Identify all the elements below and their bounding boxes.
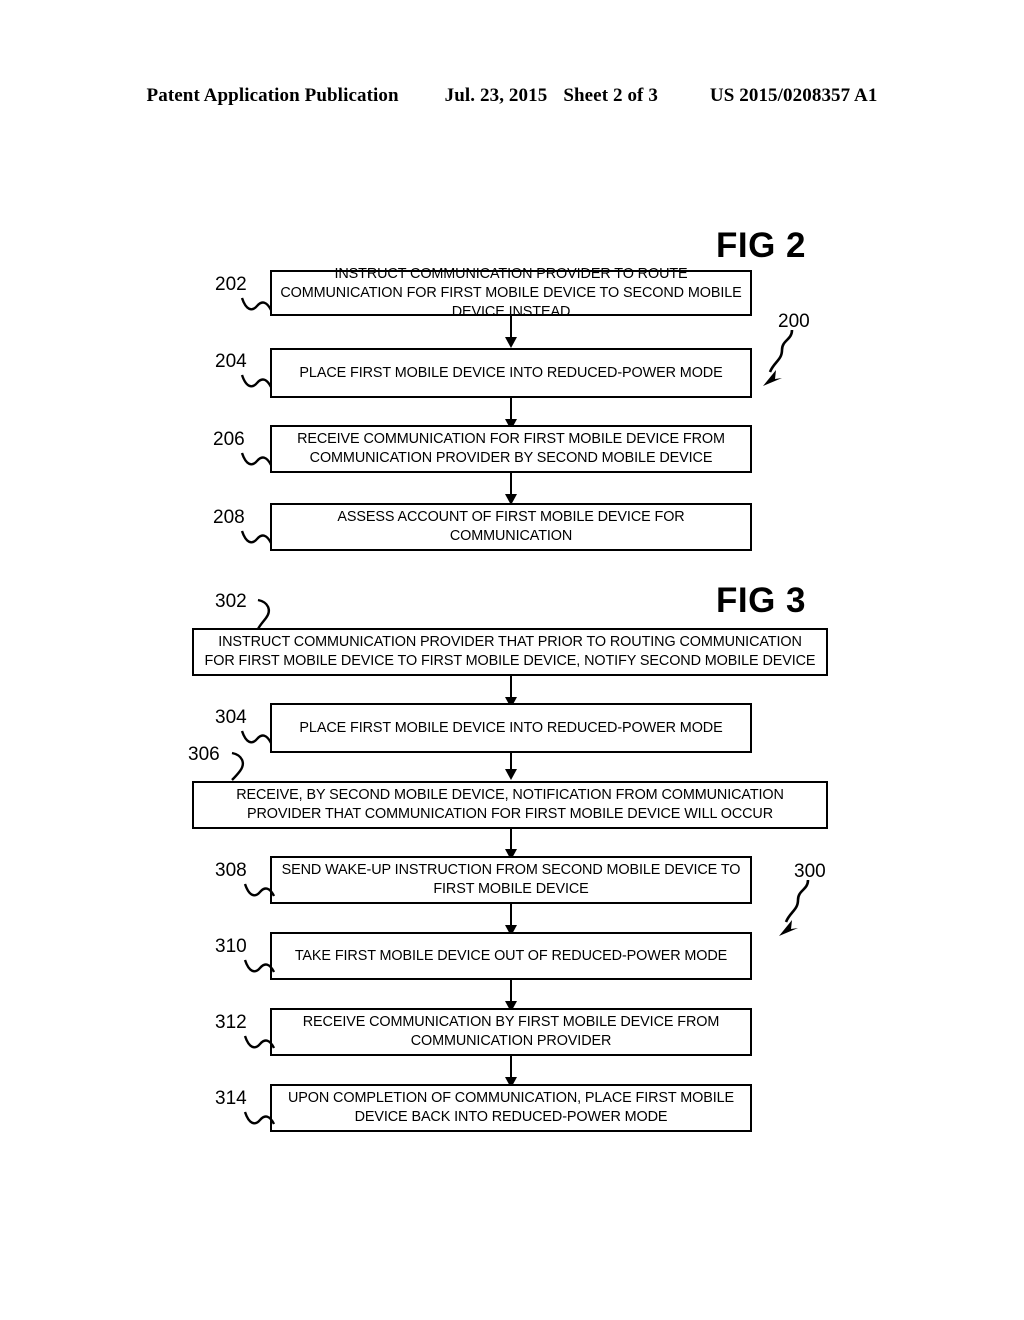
flow-box-314-text: UPON COMPLETION OF COMMUNICATION, PLACE … [287, 1090, 735, 1125]
ref-numeral-302: 302 [215, 591, 247, 612]
flow-box-304-text: PLACE FIRST MOBILE DEVICE INTO REDUCED-P… [299, 719, 723, 736]
ref-numeral-314: 314 [215, 1088, 247, 1109]
flow-box-302[interactable]: INSTRUCT COMMUNICATION PROVIDER THAT PRI… [192, 628, 828, 676]
ref-leader-312 [243, 1035, 276, 1049]
flow-box-308-text: SEND WAKE-UP INSTRUCTION FROM SECOND MOB… [281, 862, 741, 897]
flow-box-312-text: RECEIVE COMMUNICATION BY FIRST MOBILE DE… [302, 1014, 720, 1049]
page-header: Patent Application Publication Jul. 23, … [0, 85, 1024, 111]
flow-box-208-text: ASSESS ACCOUNT OF FIRST MOBILE DEVICE FO… [337, 509, 685, 544]
header-date: Jul. 23, 2015 [444, 85, 548, 106]
flow-box-204-text: PLACE FIRST MOBILE DEVICE INTO REDUCED-P… [299, 364, 723, 381]
header-sheet-number: Sheet 2 of 3 [563, 85, 658, 106]
flow-box-302-text: INSTRUCT COMMUNICATION PROVIDER THAT PRI… [204, 634, 816, 669]
flow-box-306-text: RECEIVE, BY SECOND MOBILE DEVICE, NOTIFI… [236, 787, 784, 822]
flow-box-206-text: RECEIVE COMMUNICATION FOR FIRST MOBILE D… [297, 431, 725, 466]
ref-leader-308 [243, 883, 276, 897]
flow-box-306[interactable]: RECEIVE, BY SECOND MOBILE DEVICE, NOTIFI… [192, 781, 828, 829]
flow-box-310-text: TAKE FIRST MOBILE DEVICE OUT OF REDUCED-… [294, 947, 728, 964]
flow-box-206[interactable]: RECEIVE COMMUNICATION FOR FIRST MOBILE D… [270, 425, 752, 473]
ref-numeral-308: 308 [215, 860, 247, 881]
figure-3-id-leader-arrow [779, 879, 810, 936]
flow-box-304[interactable]: PLACE FIRST MOBILE DEVICE INTO REDUCED-P… [270, 703, 752, 753]
flow-box-204[interactable]: PLACE FIRST MOBILE DEVICE INTO REDUCED-P… [270, 348, 752, 398]
ref-leader-314 [243, 1111, 276, 1125]
ref-leader-204 [240, 374, 273, 388]
ref-numeral-312: 312 [215, 1012, 247, 1033]
ref-leader-302 [256, 598, 270, 630]
ref-leader-310 [243, 959, 276, 973]
flow-box-312[interactable]: RECEIVE COMMUNICATION BY FIRST MOBILE DE… [270, 1008, 752, 1056]
flow-box-202-text: INSTRUCT COMMUNICATION PROVIDER TO ROUTE… [280, 265, 742, 320]
figure-2-title: FIG 2 [716, 226, 807, 265]
flow-box-208[interactable]: ASSESS ACCOUNT OF FIRST MOBILE DEVICE FO… [270, 503, 752, 551]
ref-numeral-306: 306 [188, 744, 220, 765]
figure-2-id-leader-arrow [763, 329, 794, 386]
header-publication-type: Patent Application Publication [146, 85, 399, 106]
ref-leader-206 [240, 452, 273, 466]
figure-3-title: FIG 3 [716, 581, 807, 620]
ref-leader-304 [240, 730, 273, 744]
flow-box-202[interactable]: INSTRUCT COMMUNICATION PROVIDER TO ROUTE… [270, 266, 752, 320]
ref-leader-306 [231, 751, 244, 781]
header-publication-number: US 2015/0208357 A1 [709, 85, 878, 106]
ref-leader-202 [240, 297, 273, 311]
flow-box-310[interactable]: TAKE FIRST MOBILE DEVICE OUT OF REDUCED-… [270, 932, 752, 980]
flow-box-314[interactable]: UPON COMPLETION OF COMMUNICATION, PLACE … [270, 1084, 752, 1132]
ref-numeral-310: 310 [215, 936, 247, 957]
flow-box-308[interactable]: SEND WAKE-UP INSTRUCTION FROM SECOND MOB… [270, 856, 752, 904]
ref-leader-208 [240, 530, 273, 544]
